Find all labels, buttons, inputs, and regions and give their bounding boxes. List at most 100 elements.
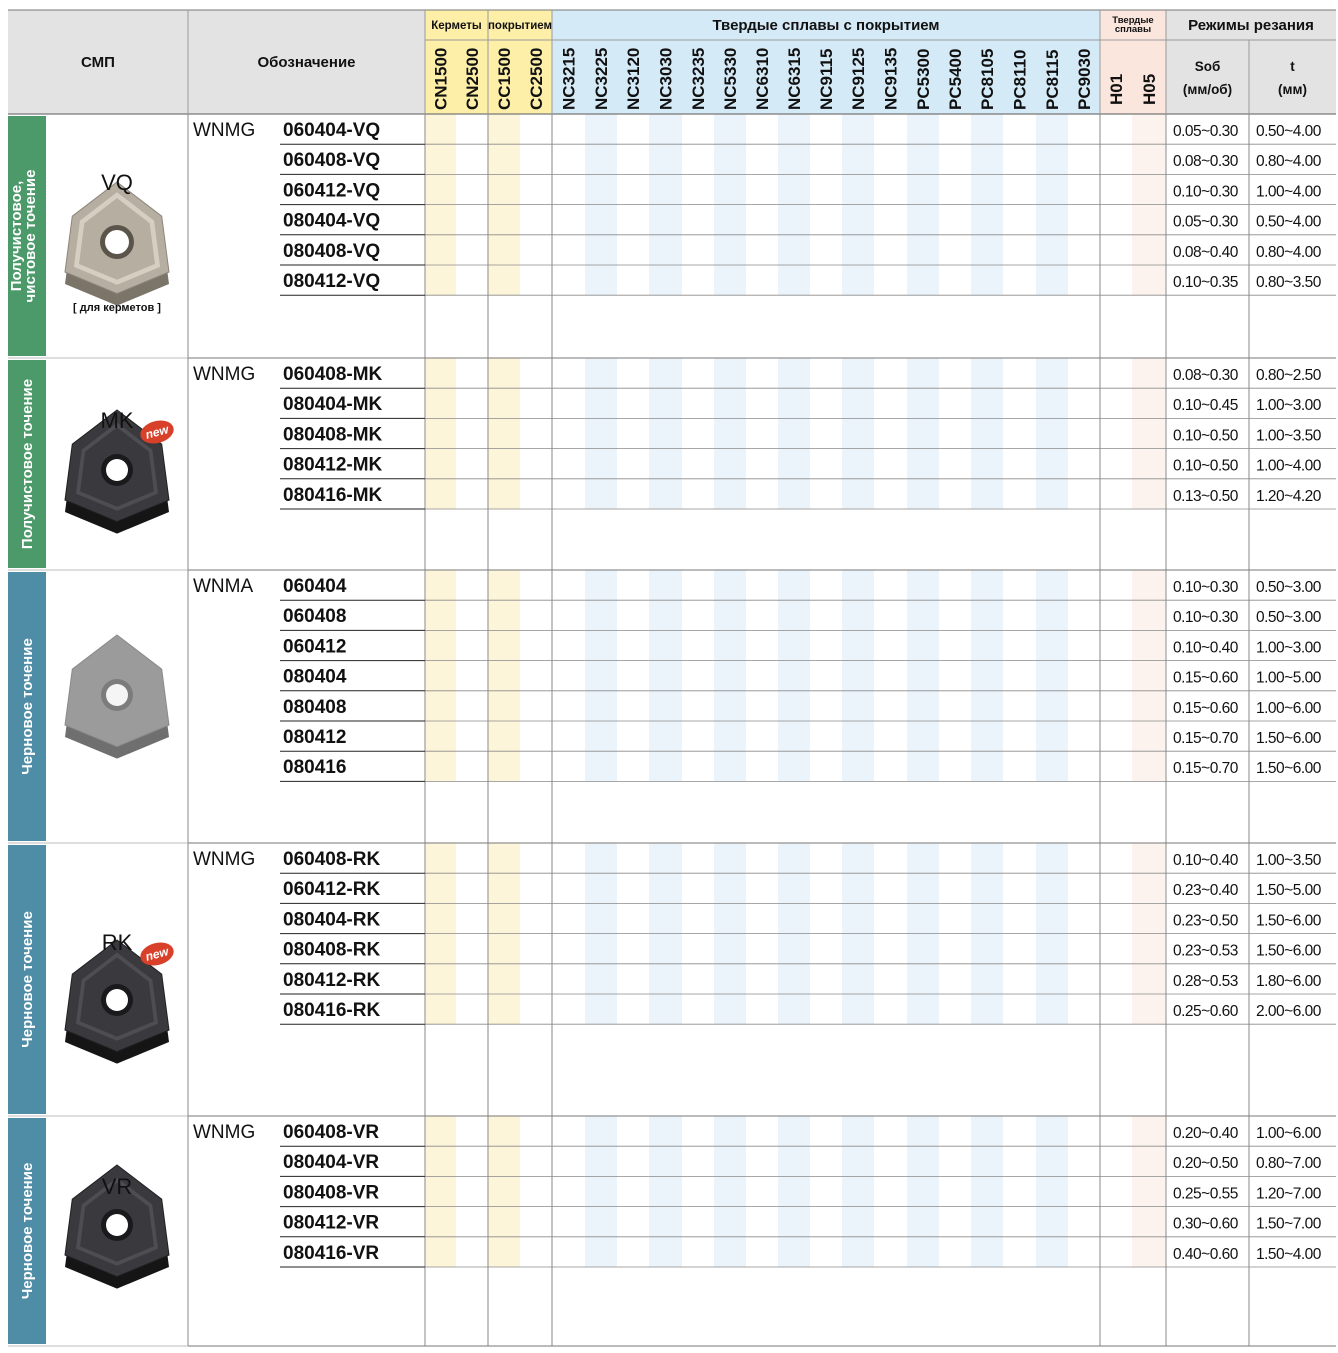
designation-code: 060408-RK bbox=[283, 849, 380, 870]
depth-value: 0.80~2.50 bbox=[1256, 367, 1322, 384]
feed-value: 0.20~0.50 bbox=[1173, 1155, 1239, 1172]
grade-header-nc3120: NC3120 bbox=[624, 48, 643, 110]
depth-value: 1.20~7.00 bbox=[1256, 1185, 1322, 1202]
insert-hole bbox=[106, 684, 128, 706]
designation-code: 080408-MK bbox=[283, 424, 383, 445]
header-depth-unit: (мм) bbox=[1278, 82, 1307, 97]
grade-column-fill bbox=[488, 1116, 520, 1267]
grade-column-fill bbox=[907, 1116, 939, 1267]
insert-hole bbox=[106, 1214, 128, 1236]
header-group-cermets: Керметы bbox=[431, 20, 482, 32]
depth-value: 0.80~4.00 bbox=[1256, 244, 1322, 261]
grade-header-pc9030: PC9030 bbox=[1075, 49, 1094, 110]
feed-value: 0.15~0.70 bbox=[1173, 730, 1239, 747]
grade-column-fill bbox=[907, 358, 939, 509]
feed-value: 0.23~0.53 bbox=[1173, 943, 1238, 960]
feed-value: 0.05~0.30 bbox=[1173, 123, 1239, 140]
depth-value: 0.80~7.00 bbox=[1256, 1155, 1322, 1172]
designation-code: 080416-VR bbox=[283, 1243, 379, 1264]
depth-value: 0.50~3.00 bbox=[1256, 609, 1322, 626]
grade-header-nc3215: NC3215 bbox=[560, 48, 579, 110]
feed-value: 0.15~0.60 bbox=[1173, 700, 1239, 717]
depth-value: 0.80~4.00 bbox=[1256, 153, 1322, 170]
depth-value: 1.00~5.00 bbox=[1256, 670, 1322, 687]
designation-code: 080404-VR bbox=[283, 1152, 379, 1173]
depth-value: 1.00~3.00 bbox=[1256, 397, 1322, 414]
grade-header-nc5330: NC5330 bbox=[721, 48, 740, 110]
grade-column-fill bbox=[649, 570, 682, 782]
depth-value: 0.80~3.50 bbox=[1256, 274, 1322, 291]
header-feed-unit: (мм/об) bbox=[1183, 82, 1232, 97]
feed-value: 0.15~0.60 bbox=[1173, 670, 1239, 687]
header-feed: Sоб bbox=[1195, 59, 1221, 74]
grade-column-fill bbox=[585, 358, 617, 509]
depth-value: 0.50~4.00 bbox=[1256, 123, 1322, 140]
depth-value: 1.00~4.00 bbox=[1256, 183, 1322, 200]
grade-header-nc9135: NC9135 bbox=[882, 48, 901, 110]
designation-code: 060408 bbox=[283, 606, 346, 627]
designation-code: 080404 bbox=[283, 667, 347, 688]
designation-prefix: WNMG bbox=[193, 849, 255, 870]
designation-code: 060408-MK bbox=[283, 364, 383, 385]
grade-header-nc3235: NC3235 bbox=[689, 48, 708, 110]
grade-column-fill bbox=[971, 1116, 1003, 1267]
depth-value: 1.80~6.00 bbox=[1256, 973, 1322, 990]
feed-value: 0.10~0.45 bbox=[1173, 397, 1238, 414]
header-smp: СМП bbox=[81, 54, 115, 71]
insert-selection-table: СМП Обозначение Керметы покрытием Твердые сп… bbox=[8, 9, 1336, 1347]
feed-value: 0.13~0.50 bbox=[1173, 488, 1239, 505]
designation-code: 080404-MK bbox=[283, 394, 383, 415]
depth-value: 0.50~4.00 bbox=[1256, 214, 1322, 231]
feed-value: 0.10~0.50 bbox=[1173, 427, 1239, 444]
grade-column-fill bbox=[488, 570, 520, 782]
depth-value: 1.50~7.00 bbox=[1256, 1216, 1322, 1233]
designation-code: 060404 bbox=[283, 576, 347, 597]
depth-value: 1.00~4.00 bbox=[1256, 458, 1322, 475]
header-depth: t bbox=[1290, 59, 1295, 74]
grade-column-fill bbox=[778, 570, 810, 782]
header-group-coated-cermets: покрытием bbox=[488, 20, 552, 32]
grade-header-cn2500: CN2500 bbox=[463, 48, 482, 110]
depth-value: 1.00~6.00 bbox=[1256, 700, 1322, 717]
depth-value: 1.20~4.20 bbox=[1256, 488, 1322, 505]
header-designation: Обозначение bbox=[257, 54, 355, 71]
grade-column-fill bbox=[649, 358, 682, 509]
designation-code: 080412-MK bbox=[283, 455, 383, 476]
feed-value: 0.10~0.35 bbox=[1173, 274, 1238, 291]
designation-code: 080412 bbox=[283, 727, 346, 748]
grade-header-nc3225: NC3225 bbox=[592, 48, 611, 110]
feed-value: 0.30~0.60 bbox=[1173, 1216, 1239, 1233]
grade-header-pc5300: PC5300 bbox=[914, 49, 933, 110]
designation-prefix: WNMG bbox=[193, 1122, 255, 1143]
depth-value: 1.00~3.00 bbox=[1256, 639, 1322, 656]
insert-label: MK bbox=[101, 408, 134, 433]
insert-label: VQ bbox=[101, 170, 133, 195]
feed-value: 0.05~0.30 bbox=[1173, 214, 1239, 231]
grade-header-pc8105: PC8105 bbox=[978, 49, 997, 110]
grade-column-fill bbox=[1036, 570, 1068, 782]
grade-column-fill bbox=[1132, 1116, 1166, 1267]
grade-header-nc3030: NC3030 bbox=[657, 48, 676, 110]
designation-code: 080404-RK bbox=[283, 909, 380, 930]
grade-header-pc5400: PC5400 bbox=[946, 49, 965, 110]
insert-image-wnma bbox=[64, 634, 170, 759]
designation-prefix: WNMG bbox=[193, 364, 255, 385]
grade-header-nc6310: NC6310 bbox=[753, 48, 772, 110]
feed-value: 0.28~0.53 bbox=[1173, 973, 1238, 990]
insert-hole bbox=[105, 230, 129, 254]
depth-value: 1.50~5.00 bbox=[1256, 882, 1322, 899]
grade-column-fill bbox=[842, 358, 874, 509]
grade-header-h05: H05 bbox=[1140, 74, 1159, 105]
grade-header-cc1500: CC1500 bbox=[495, 48, 514, 110]
insert-image-vq bbox=[64, 181, 170, 306]
depth-value: 1.50~6.00 bbox=[1256, 912, 1322, 929]
depth-value: 1.50~6.00 bbox=[1256, 760, 1322, 777]
grade-column-fill bbox=[842, 570, 874, 782]
header-group-coated-carbides: Твердые сплавы с покрытием bbox=[712, 17, 939, 34]
grade-column-fill bbox=[1036, 358, 1068, 509]
grade-column-fill bbox=[1132, 570, 1166, 782]
grade-column-fill bbox=[714, 570, 746, 782]
feed-value: 0.08~0.40 bbox=[1173, 244, 1239, 261]
designation-code: 060404-VQ bbox=[283, 120, 380, 141]
designation-code: 080408-VQ bbox=[283, 241, 380, 262]
